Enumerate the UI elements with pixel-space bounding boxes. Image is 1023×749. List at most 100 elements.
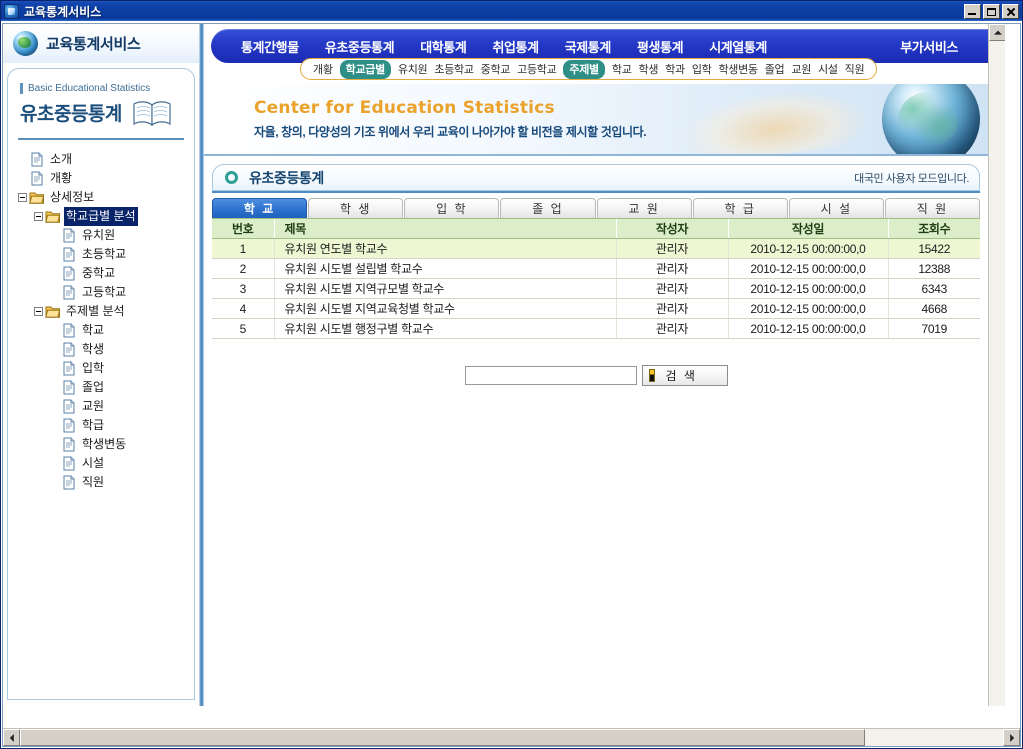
maximize-button[interactable] — [983, 3, 1000, 19]
page-icon — [63, 437, 75, 452]
tree-item-label: 교원 — [82, 399, 105, 413]
tree-item-학급[interactable]: 학급 — [18, 416, 194, 435]
subnav-item-학생[interactable]: 학생 — [639, 61, 659, 77]
table-row[interactable]: 5 유치원 시도별 행정구별 학교수 관리자 2010-12-15 00:00:00,… — [212, 318, 980, 339]
vertical-scroll-track[interactable] — [989, 41, 1005, 706]
tab-학교[interactable]: 학 교 — [212, 198, 308, 218]
hero-english-title: Center for Education Statistics — [254, 98, 555, 118]
collapse-icon[interactable] — [34, 212, 43, 221]
tree-item-중학교[interactable]: 중학교 — [18, 264, 194, 283]
subnav-item-개황[interactable]: 개황 — [313, 61, 333, 77]
nav-item-국제통계[interactable]: 국제통계 — [565, 37, 612, 56]
tab-학급[interactable]: 학 급 — [692, 198, 788, 218]
browser-client-area: 교육통계서비스 Basic Educational Statistics 유초중… — [2, 23, 1021, 747]
cell-title[interactable]: 유치원 시도별 지역규모별 학교수 — [273, 278, 616, 299]
tab-입학[interactable]: 입 학 — [404, 198, 500, 218]
cell-writer: 관리자 — [615, 238, 728, 259]
subnav-item-입학[interactable]: 입학 — [692, 61, 712, 77]
book-graphic — [677, 84, 873, 154]
tree-item-직원[interactable]: 직원 — [18, 473, 194, 492]
minimize-button[interactable] — [964, 3, 981, 19]
page-icon — [63, 285, 75, 300]
page-icon — [63, 342, 75, 357]
table-row[interactable]: 3 유치원 시도별 지역규모별 학교수 관리자 2010-12-15 00:00:00… — [212, 278, 980, 299]
tab-졸업[interactable]: 졸 업 — [500, 198, 596, 218]
collapse-icon[interactable] — [18, 193, 27, 202]
horizontal-scroll-thumb[interactable] — [20, 729, 866, 746]
page-icon — [63, 228, 75, 243]
tree-item-학생[interactable]: 학생 — [18, 340, 194, 359]
nav-item-부가서비스[interactable]: 부가서비스 — [900, 37, 958, 56]
subnav-item-학교급별[interactable]: 학교급별 — [339, 59, 391, 79]
collapse-icon[interactable] — [34, 307, 43, 316]
tree-item-label: 학생변동 — [82, 437, 127, 451]
subnav-item-교원[interactable]: 교원 — [791, 61, 811, 77]
subnav-item-졸업[interactable]: 졸업 — [765, 61, 785, 77]
scroll-right-button[interactable] — [1003, 729, 1020, 746]
folder-icon — [45, 306, 61, 318]
subnav-item-시설[interactable]: 시설 — [818, 61, 838, 77]
subnav-item-유치원[interactable]: 유치원 — [398, 61, 428, 77]
cell-title[interactable]: 유치원 시도별 설립별 학교수 — [273, 258, 616, 279]
nav-item-취업통계[interactable]: 취업통계 — [492, 37, 539, 56]
page-icon — [31, 171, 43, 186]
tree-item-학교[interactable]: 학교 — [18, 321, 194, 340]
subnav-item-학과[interactable]: 학과 — [665, 61, 685, 77]
tree-item-label: 주제별 분석 — [66, 304, 125, 318]
subnav-item-고등학교[interactable]: 고등학교 — [517, 61, 557, 77]
tree-item-시설[interactable]: 시설 — [18, 454, 194, 473]
tab-직원[interactable]: 직 원 — [884, 198, 980, 218]
subnav-item-중학교[interactable]: 중학교 — [481, 61, 511, 77]
top-navigation-region: 통계간행물 유초중등통계 대학통계 취업통계 국제통계 평생통계 시계열통계 부가서비스 개황… — [204, 24, 988, 84]
tree-item-학교급별-분석[interactable]: 학교급별 분석 — [18, 207, 194, 226]
horizontal-scrollbar[interactable] — [3, 728, 1020, 746]
cell-title[interactable]: 유치원 연도별 학교수 — [273, 238, 616, 259]
subnav-item-학생변동[interactable]: 학생변동 — [718, 61, 758, 77]
tree-item-소개[interactable]: 소개 — [18, 150, 194, 169]
tree-item-개황[interactable]: 개황 — [18, 169, 194, 188]
subnav-item-학교[interactable]: 학교 — [612, 61, 632, 77]
tree-item-입학[interactable]: 입학 — [18, 359, 194, 378]
cell-title[interactable]: 유치원 시도별 지역교육청별 학교수 — [273, 298, 616, 319]
scroll-left-button[interactable] — [3, 729, 20, 746]
cell-hits: 12388 — [887, 258, 980, 279]
nav-item-평생통계[interactable]: 평생통계 — [637, 37, 684, 56]
tree-item-label: 입학 — [82, 361, 105, 375]
tree-item-유치원[interactable]: 유치원 — [18, 226, 194, 245]
tree-item-학생변동[interactable]: 학생변동 — [18, 435, 194, 454]
tree-item-초등학교[interactable]: 초등학교 — [18, 245, 194, 264]
table-row[interactable]: 2 유치원 시도별 설립별 학교수 관리자 2010-12-15 00:00:00,0… — [212, 258, 980, 279]
subnav-item-직원[interactable]: 직원 — [845, 61, 865, 77]
nav-item-대학통계[interactable]: 대학통계 — [420, 37, 467, 56]
tree-item-고등학교[interactable]: 고등학교 — [18, 283, 194, 302]
tree-item-상세정보[interactable]: 상세정보 — [18, 188, 194, 207]
navigation-tree: 소개 개황 상세정보 학교급별 분석 유치원 초등학교 중학교고등학교주제별 분석학교 학생입… — [8, 140, 194, 492]
tab-학생[interactable]: 학 생 — [308, 198, 404, 218]
table-header-row: 번호 제목 작성자 작성일 조회수 — [212, 218, 980, 239]
nav-item-유초중등통계[interactable]: 유초중등통계 — [325, 37, 395, 56]
tab-교원[interactable]: 교 원 — [596, 198, 692, 218]
vertical-scrollbar[interactable] — [988, 24, 1005, 706]
nav-item-통계간행물[interactable]: 통계간행물 — [241, 37, 299, 56]
user-mode-note: 대국민 사용자 모드입니다. — [854, 172, 969, 185]
subnav-item-주제별[interactable]: 주제별 — [563, 59, 605, 79]
site-brand[interactable]: 교육통계서비스 — [3, 24, 199, 64]
search-button[interactable]: 검 색 — [641, 365, 728, 386]
tree-item-주제별-분석[interactable]: 주제별 분석 — [18, 302, 194, 321]
tree-item-졸업[interactable]: 졸업 — [18, 378, 194, 397]
tree-item-label: 고등학교 — [82, 285, 127, 299]
tree-item-교원[interactable]: 교원 — [18, 397, 194, 416]
table-row[interactable]: 1 유치원 연도별 학교수 관리자 2010-12-15 00:00:00,0 1542… — [212, 238, 980, 259]
column-header-작성일: 작성일 — [727, 218, 888, 239]
nav-item-시계열통계[interactable]: 시계열통계 — [709, 37, 767, 56]
scroll-up-button[interactable] — [989, 24, 1005, 41]
cell-title[interactable]: 유치원 시도별 행정구별 학교수 — [273, 318, 616, 339]
search-input[interactable] — [464, 366, 637, 385]
web-page: 교육통계서비스 Basic Educational Statistics 유초중… — [3, 24, 1005, 724]
close-button[interactable] — [1002, 3, 1019, 19]
horizontal-scroll-track[interactable] — [20, 729, 1003, 746]
tab-시설[interactable]: 시 설 — [788, 198, 884, 218]
page-icon — [63, 323, 75, 338]
subnav-item-초등학교[interactable]: 초등학교 — [434, 61, 474, 77]
table-row[interactable]: 4 유치원 시도별 지역교육청별 학교수 관리자 2010-12-15 00:00:0… — [212, 298, 980, 319]
